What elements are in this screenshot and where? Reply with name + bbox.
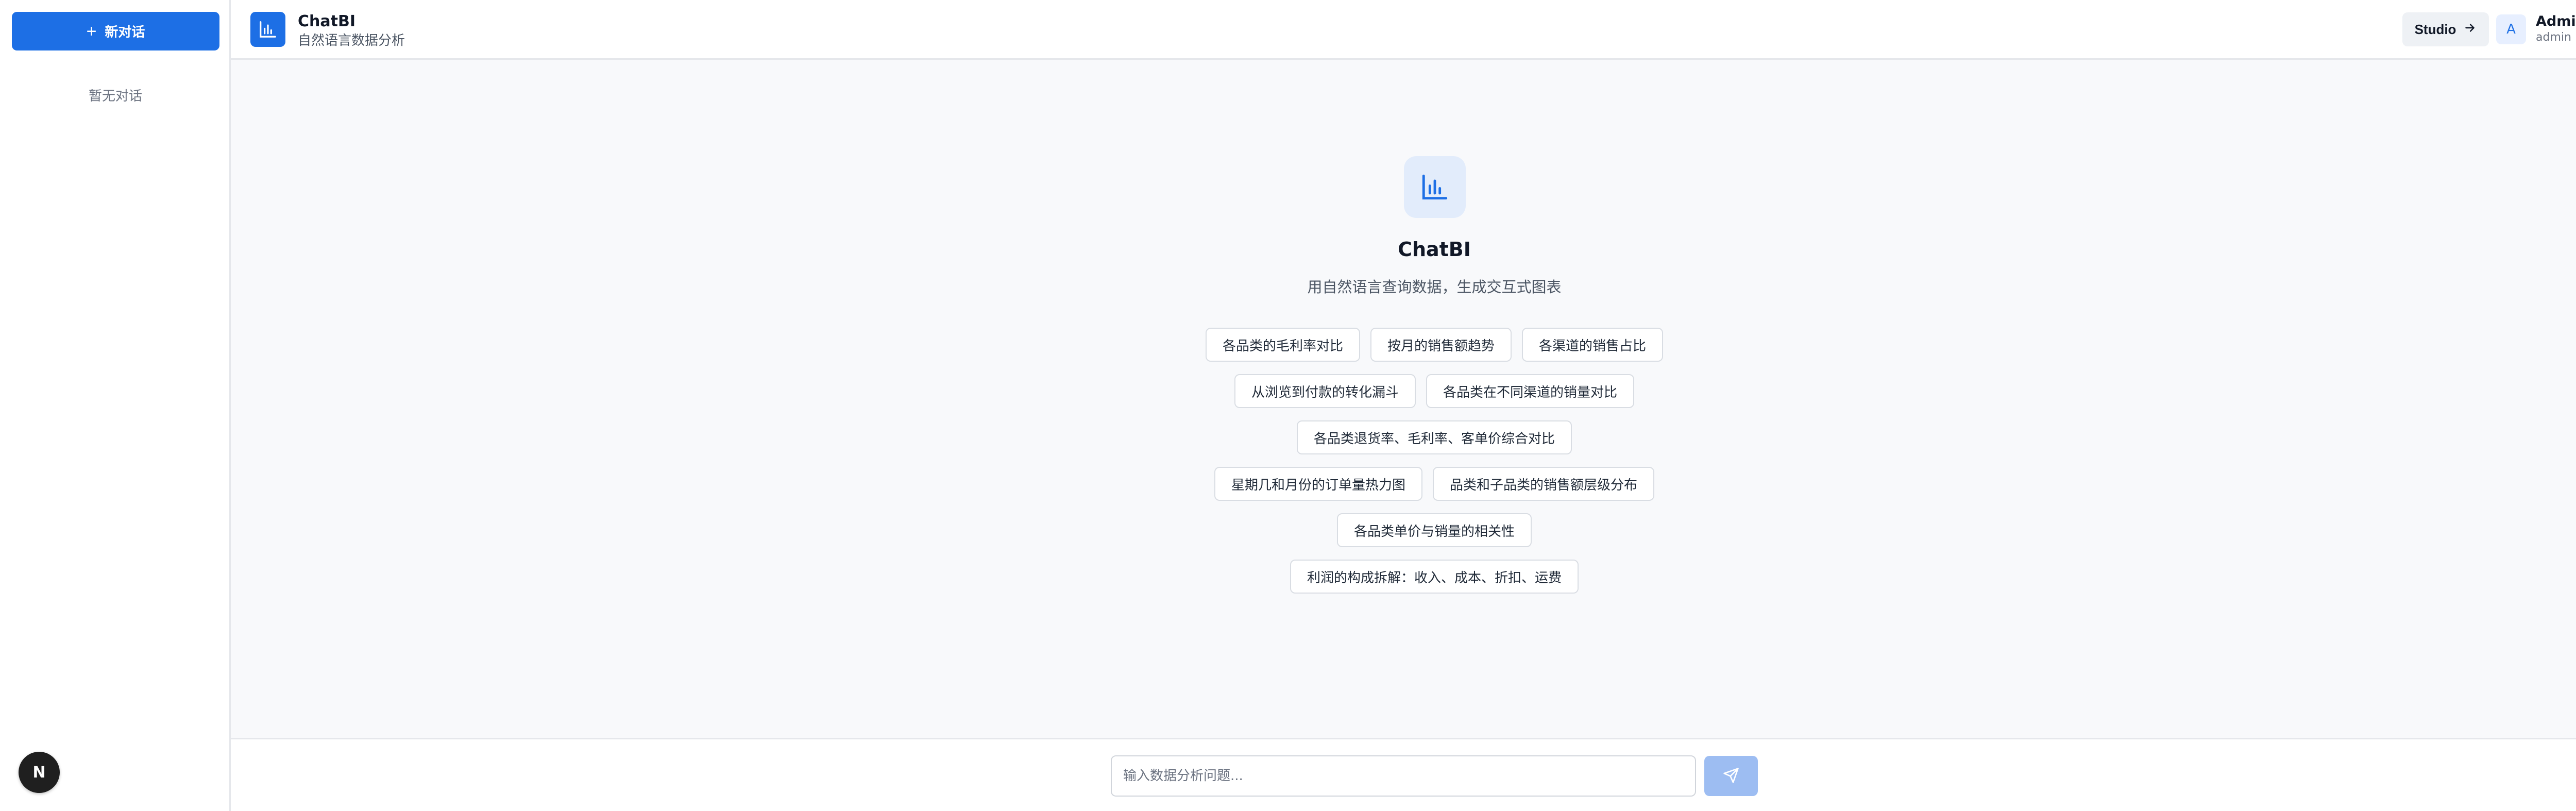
- input-bar: [231, 738, 2576, 811]
- welcome-subtitle: 用自然语言查询数据，生成交互式图表: [1307, 278, 1562, 296]
- app-title: ChatBI: [298, 12, 355, 30]
- suggestion-chip[interactable]: 从浏览到付款的转化漏斗: [1234, 374, 1416, 408]
- studio-button[interactable]: Studio: [2402, 12, 2489, 46]
- send-button[interactable]: [1704, 756, 1758, 796]
- suggestion-chip[interactable]: 品类和子品类的销售额层级分布: [1433, 467, 1655, 501]
- app-subtitle: 自然语言数据分析: [298, 33, 405, 48]
- user-name: Admin: [2536, 13, 2576, 29]
- bar-chart-icon: [250, 12, 285, 47]
- suggestion-chip[interactable]: 各品类单价与销量的相关性: [1336, 513, 1532, 547]
- header: ChatBI 自然语言数据分析 Studio A Admin admin: [231, 0, 2576, 60]
- user-role: admin: [2536, 31, 2571, 44]
- suggestion-row: 各品类退货率、毛利率、客单价综合对比: [231, 420, 2576, 454]
- new-chat-button[interactable]: + 新对话: [12, 12, 219, 50]
- query-input[interactable]: [1111, 755, 1696, 797]
- studio-label: Studio: [2414, 21, 2456, 37]
- suggestion-chip[interactable]: 各品类退货率、毛利率、客单价综合对比: [1296, 420, 1572, 454]
- main-content: ChatBI 用自然语言查询数据，生成交互式图表 各品类的毛利率对比 按月的销售…: [231, 60, 2576, 738]
- empty-conversations-text: 暂无对话: [88, 89, 142, 104]
- suggestion-row: 利润的构成拆解：收入、成本、折扣、运费: [231, 560, 2576, 594]
- n-logo-badge[interactable]: N: [19, 752, 60, 793]
- suggestion-chip[interactable]: 各品类在不同渠道的销量对比: [1426, 374, 1635, 408]
- suggestion-row: 各品类的毛利率对比 按月的销售额趋势 各渠道的销售占比: [231, 328, 2576, 362]
- app: + 新对话 暂无对话 N ChatBI 自然语言数据分析 Studio A Ad…: [0, 0, 2576, 811]
- plus-icon: +: [86, 21, 97, 41]
- suggestion-chip[interactable]: 利润的构成拆解：收入、成本、折扣、运费: [1290, 560, 1579, 594]
- suggestion-chip[interactable]: 按月的销售额趋势: [1370, 328, 1512, 362]
- new-chat-label: 新对话: [105, 24, 145, 40]
- suggestion-row: 从浏览到付款的转化漏斗 各品类在不同渠道的销量对比: [231, 374, 2576, 408]
- suggestion-chip[interactable]: 星期几和月份的订单量热力图: [1214, 467, 1422, 501]
- suggestion-row: 各品类单价与销量的相关性: [231, 513, 2576, 547]
- suggestion-row: 星期几和月份的订单量热力图 品类和子品类的销售额层级分布: [231, 467, 2576, 501]
- send-icon: [1723, 767, 1739, 785]
- sidebar: + 新对话 暂无对话 N: [0, 0, 231, 811]
- arrow-right-icon: [2463, 21, 2477, 38]
- welcome-title: ChatBI: [1398, 238, 1471, 261]
- bar-chart-icon: [1404, 156, 1466, 218]
- suggestion-chip[interactable]: 各渠道的销售占比: [1522, 328, 1664, 362]
- avatar[interactable]: A: [2496, 14, 2526, 44]
- suggestion-chip[interactable]: 各品类的毛利率对比: [1205, 328, 1360, 362]
